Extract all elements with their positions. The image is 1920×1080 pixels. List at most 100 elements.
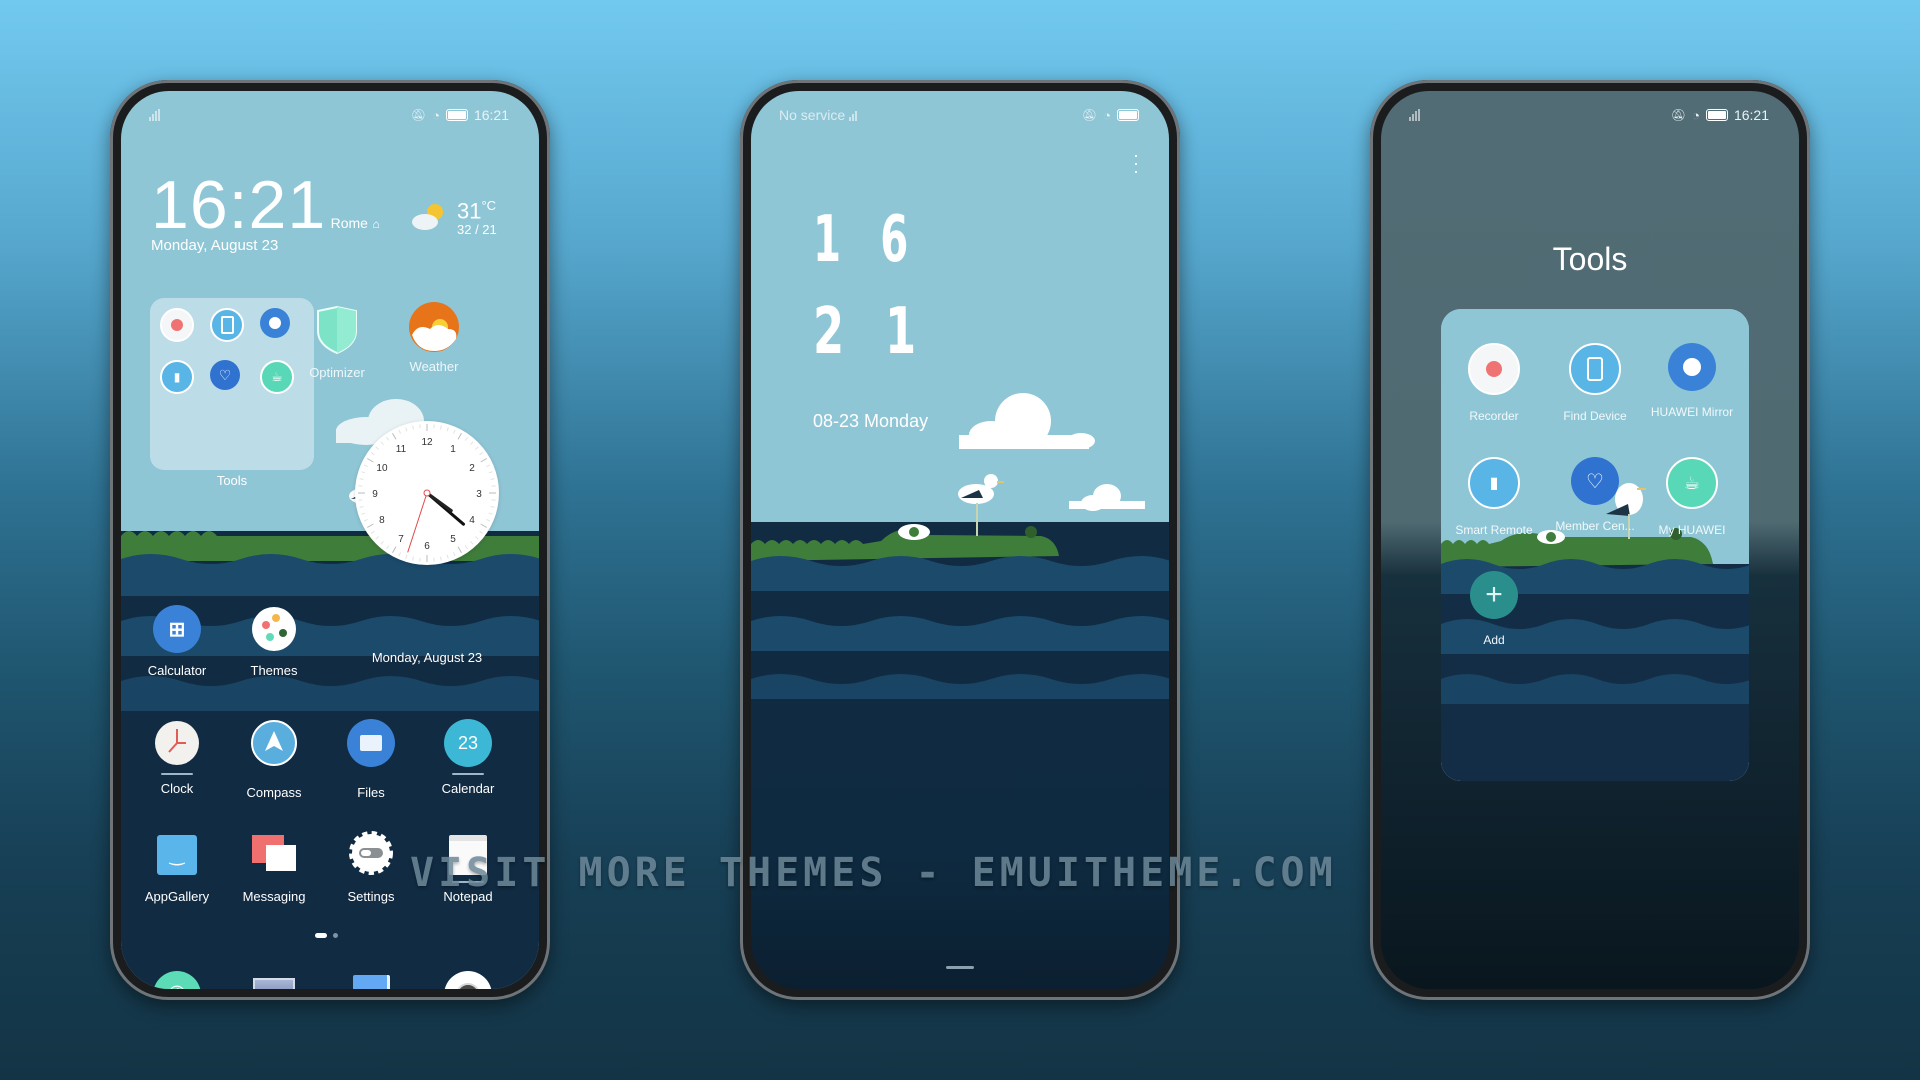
notes-icon xyxy=(352,975,390,989)
minute-hand xyxy=(425,491,453,513)
data-saver-icon: ◔ xyxy=(432,107,440,123)
appgallery-icon: ‿ xyxy=(157,835,197,875)
page-dot-active[interactable] xyxy=(315,933,327,938)
dock-camera[interactable] xyxy=(423,971,513,989)
more-options-icon[interactable]: · · · xyxy=(1133,146,1139,180)
clock-tick xyxy=(380,441,384,446)
app-files[interactable]: Files xyxy=(326,719,416,800)
app-optimizer[interactable]: Optimizer xyxy=(292,305,382,380)
home-icon: ⌂ xyxy=(372,217,380,231)
clock-tick xyxy=(380,540,384,545)
tools-folder[interactable]: ▮ ♡ ☕︎ xyxy=(150,298,314,470)
folder-panel: Recorder Find Device HUAWEI Mirror ▮ Sma… xyxy=(1441,309,1749,781)
folder-app-my-huawei[interactable]: ☕︎ My HUAWEI xyxy=(1647,457,1737,537)
recorder-icon xyxy=(160,308,194,342)
clock-tick xyxy=(366,523,374,528)
clock-tick xyxy=(366,458,374,463)
watermark-text: VISIT MORE THEMES - EMUITHEME.COM xyxy=(410,850,1337,896)
clock-tick xyxy=(479,452,484,456)
clock-tick xyxy=(361,512,366,515)
lock-date: 08-23 Monday xyxy=(813,411,929,431)
status-bar: 🔕︎ ◔ 16:21 xyxy=(1409,103,1769,127)
clock-center xyxy=(423,489,431,497)
app-messaging[interactable]: Messaging xyxy=(229,831,319,904)
dock-notes[interactable] xyxy=(326,971,416,989)
folder-add-button[interactable]: + Add xyxy=(1449,571,1539,647)
app-clock[interactable]: Clock xyxy=(132,719,222,796)
data-saver-icon: ◔ xyxy=(1692,107,1700,123)
weather-widget[interactable]: 31°C 32 / 21 xyxy=(411,195,497,237)
clock-tick xyxy=(392,432,397,440)
app-themes[interactable]: Themes xyxy=(229,605,319,678)
widget-date: Monday, August 23 xyxy=(151,237,279,254)
clock-tick xyxy=(359,478,364,480)
app-compass[interactable]: Compass xyxy=(229,719,319,800)
mute-icon: 🔕︎ xyxy=(410,108,427,122)
clock-tick xyxy=(375,446,380,450)
folder-app-smart-remote[interactable]: ▮ Smart Remote xyxy=(1449,457,1539,537)
huawei-mirror-icon xyxy=(1668,343,1716,391)
weather-unit: °C xyxy=(481,198,497,213)
clock-tick xyxy=(412,425,414,430)
folder-app-find-device[interactable]: Find Device xyxy=(1550,343,1640,423)
folder-app-recorder[interactable]: Recorder xyxy=(1449,343,1539,423)
clock-tick xyxy=(474,446,479,450)
app-weather[interactable]: Weather xyxy=(389,301,479,374)
clock-number: 9 xyxy=(372,489,378,500)
clock-tick xyxy=(480,458,488,463)
smart-remote-icon: ▮ xyxy=(1468,457,1520,509)
cloud xyxy=(1069,484,1145,511)
clock-tick xyxy=(386,436,390,441)
my-huawei-icon: ☕︎ xyxy=(260,360,294,394)
clock-number: 1 xyxy=(450,444,456,455)
clock-tick xyxy=(490,478,495,480)
clock-number: 3 xyxy=(476,489,482,500)
status-time: 16:21 xyxy=(473,107,509,123)
clock-number: 4 xyxy=(469,515,475,526)
clock-number: 2 xyxy=(469,463,475,474)
lock-time-minutes: 2 1 xyxy=(813,295,929,369)
folder-title[interactable]: Tools xyxy=(1381,241,1799,278)
clock-number: 12 xyxy=(421,437,433,448)
tools-folder-label: Tools xyxy=(216,473,248,488)
clock-tick xyxy=(479,530,484,534)
folder-app-huawei-mirror[interactable]: HUAWEI Mirror xyxy=(1647,343,1737,419)
clock-tick xyxy=(398,429,402,434)
dock-gallery[interactable] xyxy=(229,971,319,989)
clock-tick xyxy=(457,432,462,440)
files-icon xyxy=(347,719,395,767)
widget-city: Rome xyxy=(330,215,368,231)
clock-tick xyxy=(361,471,366,474)
app-settings[interactable]: Settings xyxy=(326,831,416,904)
analog-clock-widget[interactable]: 12 1 2 3 4 5 6 7 8 9 10 11 xyxy=(355,421,499,565)
clock-tick xyxy=(490,506,495,508)
dock-phone[interactable]: ✆ xyxy=(132,971,222,989)
page-indicator[interactable] xyxy=(315,933,338,938)
home-indicator[interactable] xyxy=(946,966,974,969)
clock-tick xyxy=(446,427,449,432)
cloud xyxy=(959,393,1095,449)
mute-icon: 🔕︎ xyxy=(1670,108,1687,122)
app-calculator[interactable]: ⊞ Calculator xyxy=(132,605,222,678)
battery-icon xyxy=(1705,109,1728,121)
folder-app-member-center[interactable]: ♡ Member Cen... xyxy=(1550,457,1640,533)
clock-widget[interactable]: 16:21 Rome ⌂ Monday, August 23 xyxy=(151,171,380,254)
clock-tick xyxy=(486,518,491,522)
clock-tick xyxy=(392,546,397,554)
plus-icon: + xyxy=(1470,571,1518,619)
calendar-icon: 23 xyxy=(444,719,492,767)
signal-icon xyxy=(849,109,858,121)
clock-tick xyxy=(452,429,456,434)
status-bar: No service 🔕︎ ◔ xyxy=(779,103,1139,127)
app-calendar[interactable]: 23 Calendar xyxy=(423,719,513,796)
app-indicator xyxy=(452,773,484,775)
page-dot[interactable] xyxy=(333,933,338,938)
clock-tick xyxy=(446,554,449,559)
calculator-icon: ⊞ xyxy=(153,605,201,653)
clock-tick xyxy=(363,464,368,468)
app-appgallery[interactable]: ‿ AppGallery xyxy=(132,831,222,904)
settings-gear-icon xyxy=(349,831,393,875)
clock-tick xyxy=(457,546,462,554)
clock-tick xyxy=(405,427,408,432)
clock-tick xyxy=(452,552,456,557)
